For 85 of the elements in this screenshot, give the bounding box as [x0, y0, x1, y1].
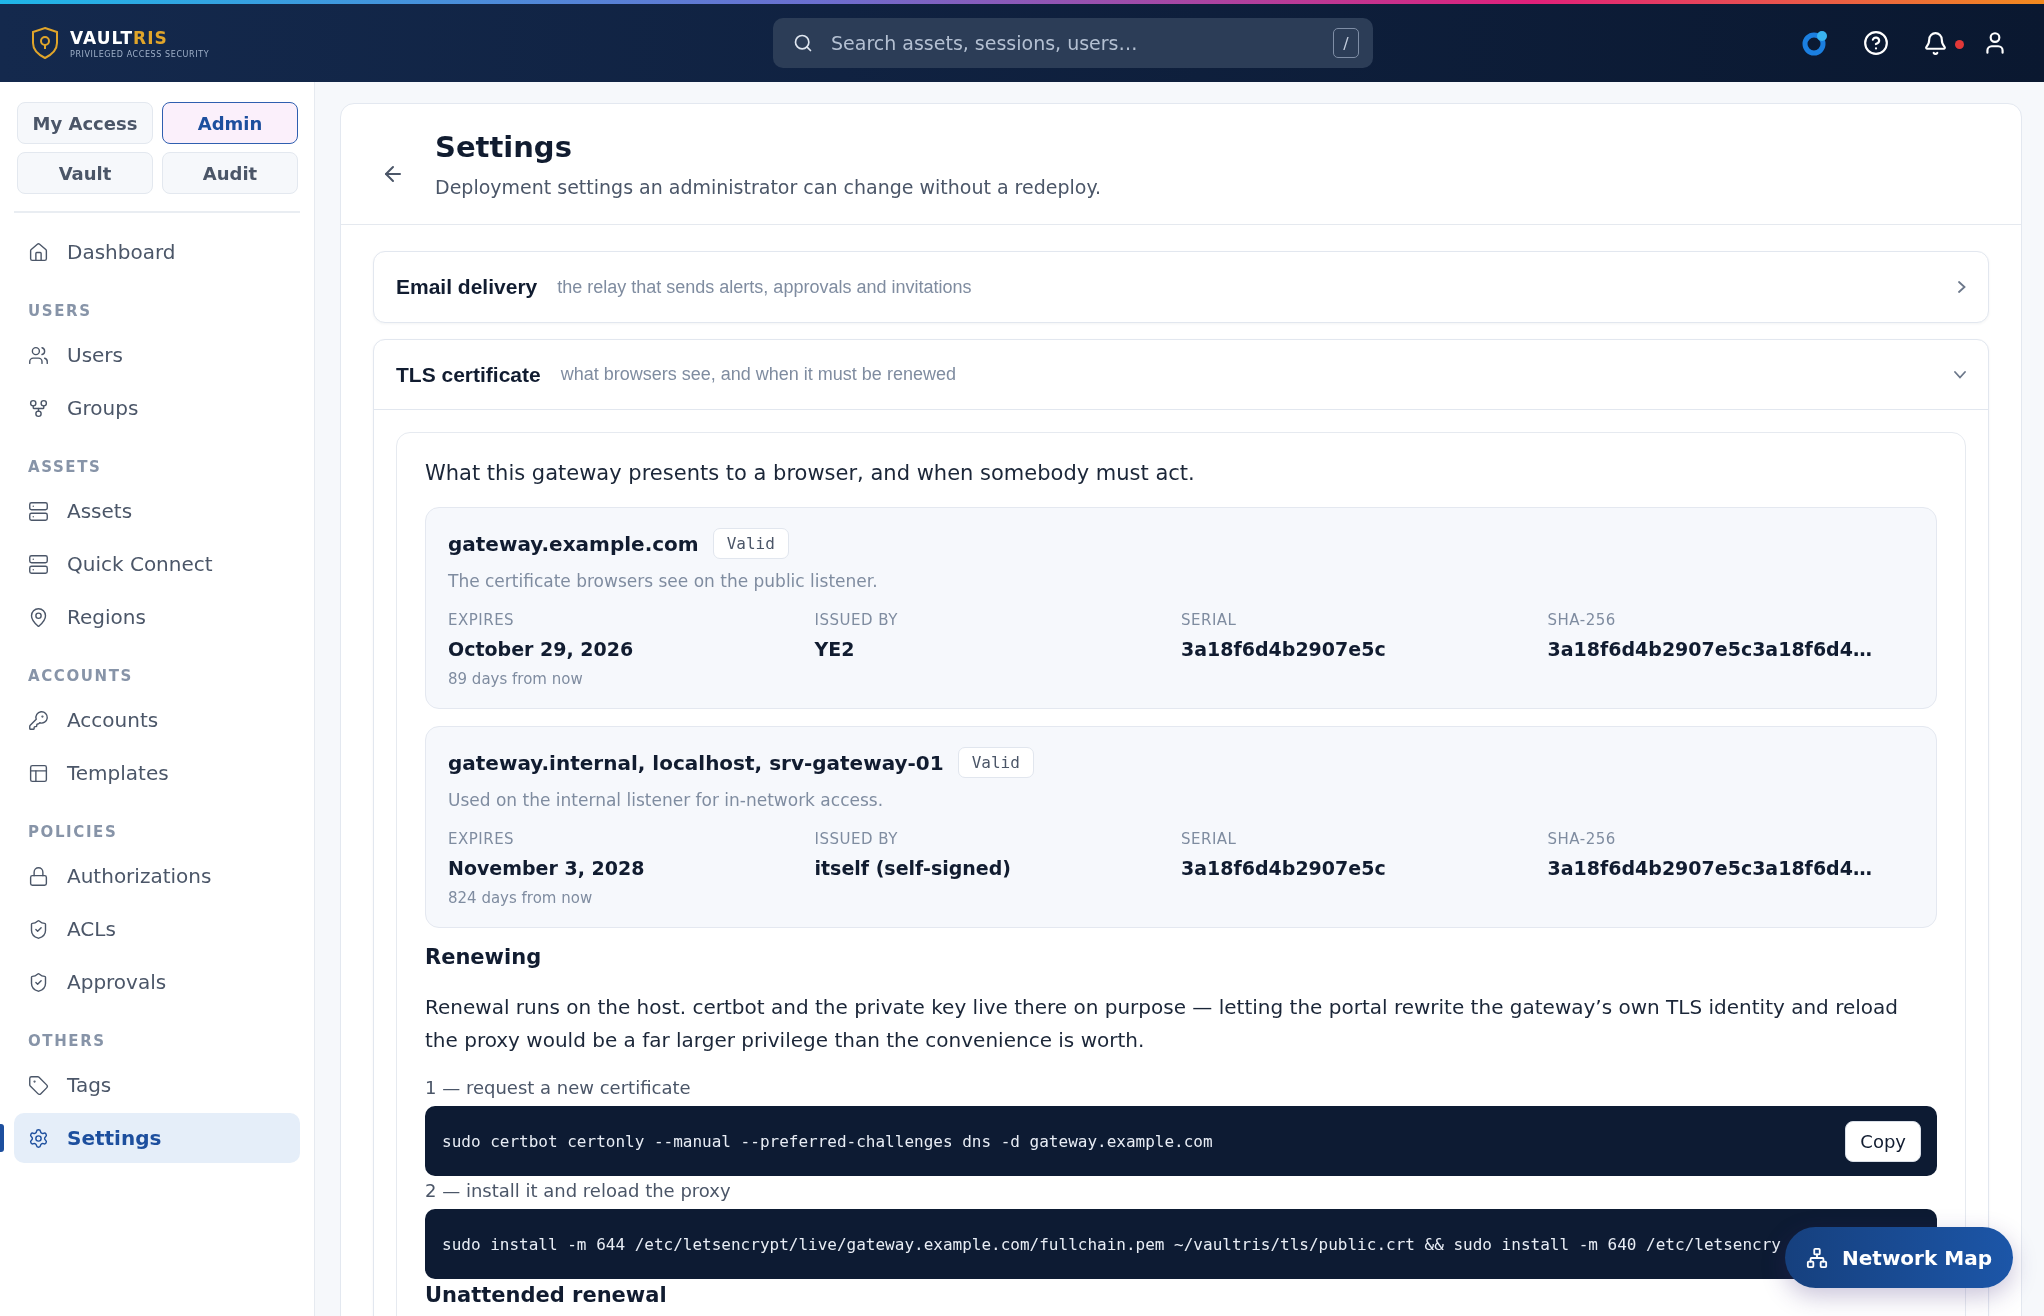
field-note: 824 days from now: [448, 889, 594, 907]
key-icon: [28, 709, 49, 731]
field-label: SHA-256: [1547, 830, 1617, 848]
step-label: 1 — request a new certificate: [425, 1077, 692, 1098]
page-title: Settings: [435, 130, 573, 164]
certificate-name: gateway.internal, localhost, srv-gateway-01: [448, 750, 944, 775]
command-text: sudo install -m 644 /etc/letsencrypt/live/gateway.example.com/fullchain.pem ~/vaultris/tls/public.crt && sudo install -m 640 /etc/letsencry: [442, 1234, 1781, 1254]
certificate-description: Used on the internal listener for in-network access.: [448, 790, 885, 810]
nav-item[interactable]: Regions: [14, 592, 300, 642]
shield-check-icon: [28, 918, 49, 940]
active-indicator: [0, 1124, 4, 1152]
map-pin-icon: [28, 606, 49, 628]
field-value: YE2: [814, 638, 856, 660]
section-label: POLICIES: [27, 822, 119, 843]
chevron-down-icon: [1954, 370, 1966, 379]
lock-icon: [28, 865, 49, 887]
brand-tagline: PRIVILEGED ACCESS SECURITY: [70, 49, 210, 59]
layout-icon: [28, 762, 49, 784]
network-icon: [1806, 1246, 1829, 1269]
mode-tab[interactable]: Vault: [17, 152, 153, 194]
fork-icon: [28, 397, 49, 419]
brand-name: VAULTRIS: [70, 27, 169, 48]
field-value: 3a18f6d4b2907e5c3a18f6d4…: [1547, 857, 1873, 879]
field-label: SHA-256: [1547, 611, 1617, 629]
nav-item[interactable]: ACLs: [14, 904, 300, 954]
nav-item[interactable]: Groups: [14, 383, 300, 433]
chevron-right-icon: [1958, 281, 1966, 293]
copy-button[interactable]: Copy: [1845, 1120, 1921, 1162]
nav-item[interactable]: Templates: [14, 748, 300, 798]
nav-item[interactable]: Accounts: [14, 695, 300, 745]
search-icon: [793, 33, 813, 53]
section-heading: Unattended renewal: [425, 1283, 668, 1307]
nav-item[interactable]: Users: [14, 330, 300, 380]
section-header[interactable]: TLS certificate what browsers see, and when it must be renewed: [374, 340, 1988, 410]
field-value: 3a18f6d4b2907e5c: [1181, 857, 1387, 879]
field-label: ISSUED BY: [814, 611, 899, 629]
field-label: ISSUED BY: [814, 830, 899, 848]
search-box[interactable]: Search assets, sessions, users… /: [773, 18, 1373, 68]
tag-icon: [28, 1074, 49, 1096]
field-label: EXPIRES: [448, 830, 516, 848]
field-label: SERIAL: [1181, 611, 1238, 629]
field-value: 3a18f6d4b2907e5c3a18f6d4…: [1547, 638, 1873, 660]
field-label: SERIAL: [1181, 830, 1238, 848]
house-icon: [28, 241, 49, 263]
nav-item[interactable]: Tags: [14, 1060, 300, 1110]
section-label: OTHERS: [27, 1031, 107, 1052]
users-icon: [28, 344, 49, 366]
help-button[interactable]: [1863, 30, 1889, 56]
section-heading: Renewing: [425, 945, 543, 969]
field-value: 3a18f6d4b2907e5c: [1181, 638, 1387, 660]
shield-check-icon: [28, 971, 49, 993]
command-text: sudo certbot certonly --manual --preferred-challenges dns -d gateway.example.com: [442, 1131, 1213, 1151]
server-icon: [28, 553, 49, 575]
status-badge: Valid: [957, 747, 1034, 778]
network-map-button[interactable]: Network Map: [1785, 1227, 2013, 1288]
search-field[interactable]: Search assets, sessions, users…: [829, 31, 1317, 55]
settings-icon: [28, 1127, 49, 1149]
shield-logo-icon: [30, 26, 60, 60]
nav-item[interactable]: Dashboard: [14, 227, 300, 277]
nav-item[interactable]: Assets: [14, 486, 300, 536]
intro-text: What this gateway presents to a browser, and when somebody must act.: [425, 461, 1196, 485]
status-badge: Valid: [712, 528, 789, 559]
certificate-name: gateway.example.com: [448, 531, 699, 556]
nav-item[interactable]: Quick Connect: [14, 539, 300, 589]
mode-tab[interactable]: Audit: [162, 152, 298, 194]
field-value: November 3, 2028: [448, 857, 646, 879]
field-label: EXPIRES: [448, 611, 516, 629]
section-label: ASSETS: [27, 457, 103, 478]
field-value: itself (self-signed): [814, 857, 1012, 879]
step-label: 2 — install it and reload the proxy: [425, 1180, 732, 1201]
field-note: 89 days from now: [448, 670, 584, 688]
renewing-paragraph: Renewal runs on the host. certbot and the private key live there on purpose — letting the portal rewrite the gateway’s own TLS identity and reload the proxy would be a far larger privilege than the convenience is worth.: [425, 994, 1899, 1054]
nav-item[interactable]: Approvals: [14, 957, 300, 1007]
certificate-description: The certificate browsers see on the public listener.: [448, 571, 879, 591]
nav-item[interactable]: Authorizations: [14, 851, 300, 901]
mode-tab[interactable]: Admin: [162, 102, 298, 144]
section-header[interactable]: Email delivery the relay that sends alerts, approvals and invitations: [374, 252, 1988, 322]
field-value: October 29, 2026: [448, 638, 635, 660]
page-subtitle: Deployment settings an administrator can change without a redeploy.: [435, 176, 1101, 198]
sync-status-icon[interactable]: [1801, 29, 1829, 57]
shortcut-key: /: [1333, 28, 1359, 58]
server-icon: [28, 500, 49, 522]
section-label: ACCOUNTS: [27, 666, 134, 687]
mode-tab[interactable]: My Access: [17, 102, 153, 144]
section-label: USERS: [27, 301, 93, 322]
